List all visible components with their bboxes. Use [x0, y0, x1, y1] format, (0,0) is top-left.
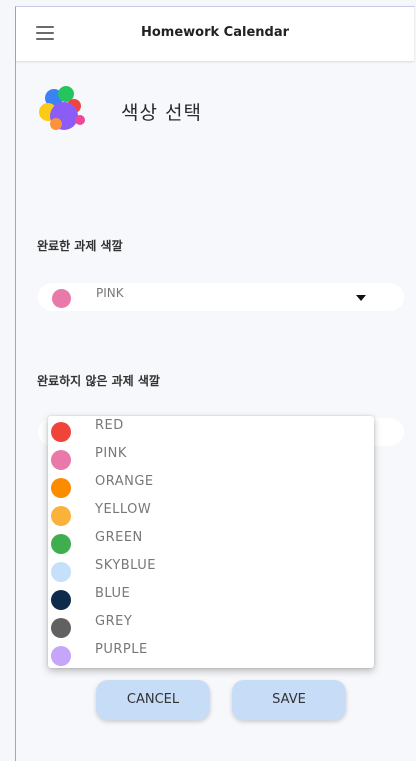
color-option-label: ORANGE	[95, 474, 154, 489]
color-swatch	[51, 534, 71, 554]
color-dropdown-menu: RED PINK ORANGE YELLOW GREEN SKYBLUE BLUE GREY P…	[48, 416, 374, 668]
color-option-label: RED	[95, 418, 124, 433]
color-option[interactable]: SKYBLUE	[48, 556, 374, 584]
completed-color-label: 완료한 과제 색깔	[37, 239, 123, 253]
color-option[interactable]: GREEN	[48, 528, 374, 556]
color-swatch	[51, 506, 71, 526]
color-option[interactable]: YELLOW	[48, 500, 374, 528]
color-option-label: GREEN	[95, 530, 143, 545]
color-swatch	[51, 450, 71, 470]
palette-icon	[39, 86, 85, 130]
color-swatch	[51, 562, 71, 582]
color-swatch	[51, 478, 71, 498]
color-option[interactable]: PURPLE	[48, 640, 374, 668]
color-swatch	[51, 618, 71, 638]
color-option[interactable]: RED	[48, 416, 374, 444]
color-swatch	[51, 422, 71, 442]
page-title: 색상 선택	[121, 102, 202, 124]
color-option-label: SKYBLUE	[95, 558, 156, 573]
selected-color-swatch	[52, 289, 71, 308]
color-option-label: BLUE	[95, 586, 131, 601]
cancel-button[interactable]: CANCEL	[96, 680, 210, 720]
color-option-label: GREY	[95, 614, 133, 629]
save-button[interactable]: SAVE	[232, 680, 346, 720]
incomplete-color-label: 완료하지 않은 과제 색깔	[37, 374, 160, 388]
completed-color-value: PINK	[96, 286, 124, 300]
color-swatch	[51, 590, 71, 610]
color-option[interactable]: ORANGE	[48, 472, 374, 500]
completed-color-select[interactable]: PINK	[38, 283, 404, 311]
color-option-label: PINK	[95, 446, 127, 461]
color-option-label: PURPLE	[95, 642, 148, 657]
color-option-label: YELLOW	[95, 502, 152, 517]
color-swatch	[51, 646, 71, 666]
color-option[interactable]: PINK	[48, 444, 374, 472]
app-title: Homework Calendar	[140, 25, 290, 40]
chevron-down-icon	[356, 295, 366, 301]
color-option[interactable]: BLUE	[48, 584, 374, 612]
app-bar: Homework Calendar	[16, 7, 414, 61]
color-option[interactable]: GREY	[48, 612, 374, 640]
